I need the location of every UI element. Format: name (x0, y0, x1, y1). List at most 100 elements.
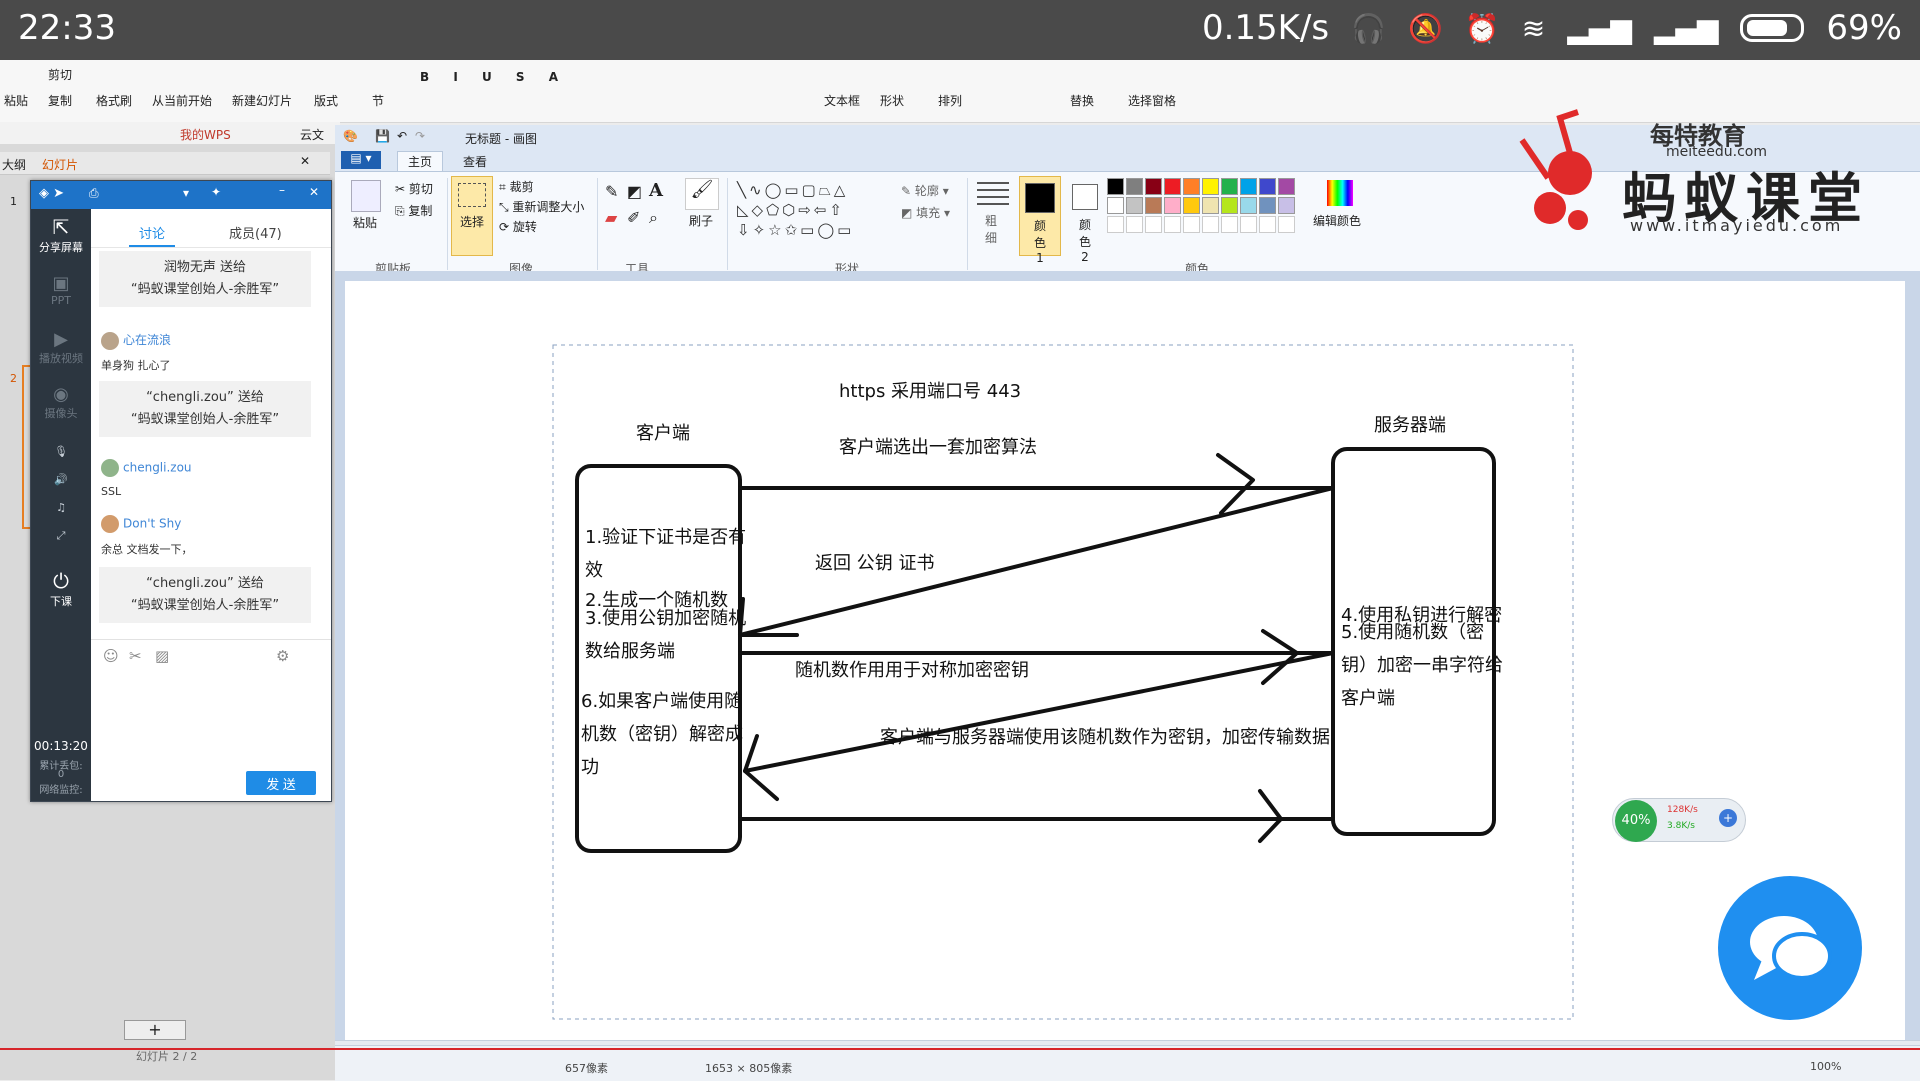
color-swatch[interactable] (1126, 178, 1143, 195)
shapes-gallery[interactable]: ╲∿◯▭▢⏢△ ◺◇⬠⬡⇨⇦⇧ ⇩✧☆✩▭◯▭ (737, 180, 887, 240)
wps-shape[interactable]: 形状 (880, 92, 904, 109)
color-swatch[interactable] (1126, 197, 1143, 214)
wps-section[interactable]: 节 (372, 92, 384, 109)
tab-home[interactable]: 主页 (397, 151, 444, 171)
chat-user[interactable]: Don't Shy (101, 515, 181, 533)
color-swatch[interactable] (1145, 197, 1162, 214)
color-swatch[interactable] (1202, 197, 1219, 214)
color-swatch[interactable] (1107, 197, 1124, 214)
color-swatch[interactable] (1107, 178, 1124, 195)
wps-cut[interactable]: 剪切 (48, 66, 72, 83)
color-swatch[interactable] (1164, 197, 1181, 214)
brush-icon[interactable]: 🖌 (685, 178, 719, 210)
image-icon[interactable]: ▨ (155, 647, 169, 665)
wps-new-slide[interactable]: 新建幻灯片 (232, 92, 292, 109)
resize-button[interactable]: ⤡ 重新调整大小 (499, 198, 584, 215)
wps-replace[interactable]: 替换 (1070, 92, 1094, 109)
color-swatch[interactable] (1240, 197, 1257, 214)
edit-colors-button[interactable]: 编辑颜色 (1313, 212, 1361, 229)
tab-slides[interactable]: 幻灯片 (42, 156, 78, 173)
close-icon[interactable]: ✕ (300, 154, 310, 168)
brush-button[interactable]: 刷子 (689, 212, 713, 229)
camera-button[interactable]: ◉ 摄像头 (31, 384, 91, 421)
save-icon[interactable]: 💾 (375, 129, 390, 143)
wps-selection-pane[interactable]: 选择窗格 (1128, 92, 1176, 109)
empty-color-swatch[interactable] (1221, 216, 1238, 233)
wps-layout[interactable]: 版式 (314, 92, 338, 109)
close-icon[interactable]: ✕ (309, 185, 319, 199)
music-icon[interactable]: ♫ (31, 501, 91, 514)
send-button[interactable]: 发 送 (246, 771, 316, 795)
cloud-doc-link[interactable]: 云文 (300, 126, 324, 143)
fullscreen-icon[interactable]: ⤢ (31, 529, 91, 543)
empty-color-swatch[interactable] (1240, 216, 1257, 233)
paint-canvas[interactable]: https 采用端口号 443 客户端 服务器端 客户端选出一套加密算法 返回 … (345, 281, 1905, 1051)
tab-outline[interactable]: 大纲 (2, 156, 26, 173)
empty-color-swatch[interactable] (1202, 216, 1219, 233)
color1-button[interactable]: 颜色 1 (1019, 176, 1061, 265)
pin-icon[interactable]: ✦ (211, 185, 221, 199)
empty-color-swatch[interactable] (1126, 216, 1143, 233)
wps-format-painter[interactable]: 格式刷 (96, 92, 132, 109)
chat-user[interactable]: chengli.zou (101, 459, 192, 477)
rotate-button[interactable]: ⟳ 旋转 (499, 218, 537, 235)
play-video-button[interactable]: ▶ 播放视频 (31, 329, 91, 366)
pencil-icon[interactable]: ✎ (605, 182, 618, 201)
scissors-icon[interactable]: ✂ (129, 647, 142, 665)
empty-color-swatch[interactable] (1164, 216, 1181, 233)
fill-icon[interactable]: ◩ (627, 182, 642, 201)
cut-button[interactable]: ✂ 剪切 (395, 180, 433, 197)
color-swatch[interactable] (1145, 178, 1162, 195)
color-swatch[interactable] (1202, 178, 1219, 195)
empty-color-swatch[interactable] (1259, 216, 1276, 233)
color-swatch[interactable] (1278, 178, 1295, 195)
color-swatch[interactable] (1183, 178, 1200, 195)
wps-textbox[interactable]: 文本框 (824, 92, 860, 109)
color-swatch[interactable] (1278, 197, 1295, 214)
color-swatch[interactable] (1221, 197, 1238, 214)
undo-icon[interactable]: ↶ (397, 129, 407, 143)
color-swatch[interactable] (1259, 178, 1276, 195)
end-class-button[interactable]: ⏻ 下课 (31, 569, 91, 609)
wps-from-current[interactable]: 从当前开始 (152, 92, 212, 109)
color2-button[interactable]: 颜色 2 (1065, 176, 1105, 264)
empty-color-swatch[interactable] (1278, 216, 1295, 233)
paste-button[interactable]: 粘贴 (353, 214, 377, 231)
chevron-down-icon[interactable]: ▾ (183, 186, 189, 200)
my-wps-link[interactable]: 我的WPS (180, 126, 231, 143)
size-button[interactable]: 粗细 (985, 212, 999, 246)
empty-color-swatch[interactable] (1183, 216, 1200, 233)
wps-arrange[interactable]: 排列 (938, 92, 962, 109)
eraser-icon[interactable]: ▰ (605, 208, 617, 227)
color-swatch[interactable] (1221, 178, 1238, 195)
speaker-icon[interactable]: 🔊 (31, 473, 91, 486)
color-swatch[interactable] (1259, 197, 1276, 214)
wps-paste[interactable]: 粘贴 (4, 92, 28, 109)
wps-copy[interactable]: 复制 (48, 92, 72, 109)
emoji-icon[interactable]: ☺ (103, 647, 119, 665)
chat-bubble-button[interactable] (1718, 876, 1862, 1020)
crop-button[interactable]: ⌗ 裁剪 (499, 178, 534, 195)
text-icon[interactable]: A (649, 180, 663, 201)
magnifier-icon[interactable]: ⌕ (649, 208, 658, 228)
minimize-icon[interactable]: – (279, 183, 285, 197)
fill-button[interactable]: ◩ 填充 ▾ (901, 204, 950, 221)
outline-button[interactable]: ✎ 轮廓 ▾ (901, 182, 949, 199)
edit-colors-icon[interactable] (1327, 180, 1353, 206)
color-palette[interactable] (1107, 178, 1307, 238)
color-swatch[interactable] (1183, 197, 1200, 214)
redo-icon[interactable]: ↷ (415, 129, 425, 143)
color-picker-icon[interactable]: ✐ (627, 208, 640, 227)
screen-icon[interactable]: ⎙ (89, 186, 99, 201)
ppt-button[interactable]: ▣ PPT (31, 273, 91, 307)
share-icon[interactable]: ◈ ➤ (39, 186, 64, 201)
share-screen-button[interactable]: ⇱ 分享屏幕 (31, 215, 91, 255)
tab-view[interactable]: 查看 (463, 153, 487, 170)
tab-discussion[interactable]: 讨论 (139, 223, 165, 242)
add-slide-button[interactable]: + (124, 1020, 186, 1040)
file-menu-button[interactable]: ▤ ▾ (341, 151, 381, 169)
select-button[interactable]: 选择 (451, 176, 493, 256)
color-swatch[interactable] (1240, 178, 1257, 195)
mic-icon[interactable]: 🎙 (31, 445, 91, 458)
tab-members[interactable]: 成员(47) (229, 223, 282, 242)
